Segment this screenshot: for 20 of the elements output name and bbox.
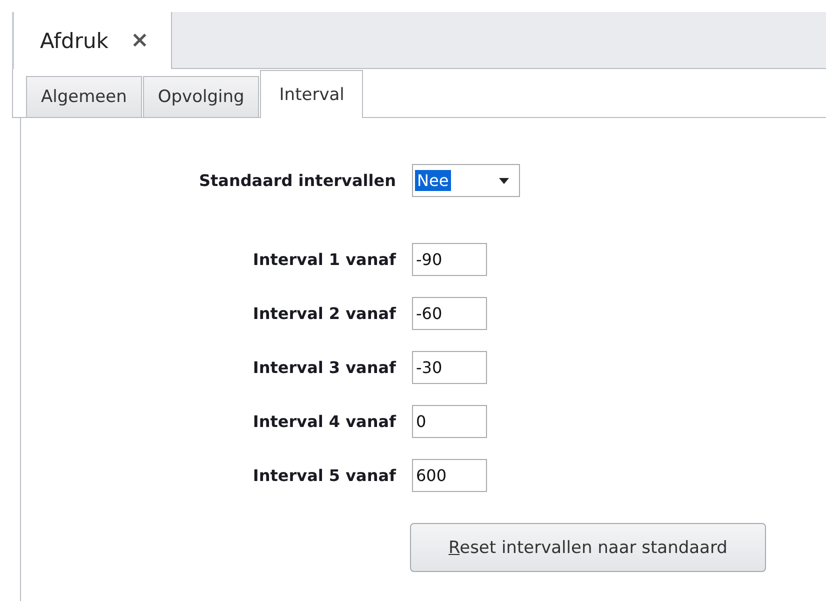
- reset-button[interactable]: Reset intervallen naar standaard: [410, 523, 766, 572]
- field-label: Interval 3 vanaf: [252, 358, 396, 377]
- field-label: Interval 1 vanaf: [252, 250, 396, 269]
- document-tab[interactable]: Afdruk ×: [12, 12, 172, 69]
- tab[interactable]: Opvolging: [142, 76, 260, 117]
- input-field[interactable]: 0: [412, 405, 487, 438]
- dropdown[interactable]: Nee: [412, 164, 520, 197]
- field-label: Standaard intervallen: [198, 171, 396, 190]
- caret-icon[interactable]: [499, 178, 509, 184]
- dropdown-value: Nee: [415, 170, 451, 191]
- tab[interactable]: Interval: [260, 70, 364, 118]
- field-label: Interval 4 vanaf: [252, 412, 396, 431]
- input-field[interactable]: -60: [412, 297, 487, 330]
- input-field[interactable]: -30: [412, 351, 487, 384]
- field-label: Interval 5 vanaf: [252, 466, 396, 485]
- tab[interactable]: Algemeen: [26, 76, 142, 117]
- input-field[interactable]: -90: [412, 243, 487, 276]
- document-tab-title[interactable]: Afdruk: [40, 28, 108, 52]
- input-field[interactable]: 600: [412, 459, 487, 492]
- field-label: Interval 2 vanaf: [252, 304, 396, 323]
